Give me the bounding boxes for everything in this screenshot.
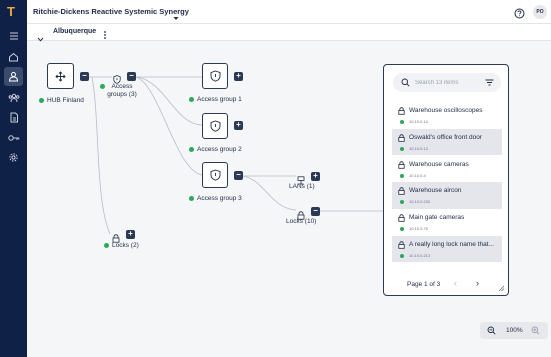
lock-ip: 10.10.0.14: [409, 119, 428, 124]
lock-name: Warehouse cameras: [409, 160, 469, 168]
expand-lans-button[interactable]: +: [311, 172, 320, 181]
filter-icon[interactable]: [485, 79, 494, 86]
zoom-level: 100%: [506, 327, 523, 334]
lock-list-panel: Warehouse oscilloscopes 10.10.0.14 Oswal…: [383, 64, 509, 296]
access-groups-label: Access groups (3): [106, 83, 138, 99]
access-group-2-label-row: Access group 2: [189, 146, 242, 153]
lock-list: Warehouse oscilloscopes 10.10.0.14 Oswal…: [392, 102, 502, 263]
collapse-access-groups-button[interactable]: −: [127, 72, 136, 81]
lock-name: Warehouse oscilloscopes: [409, 107, 483, 114]
list-item[interactable]: Warehouse cameras 10.10.0.4: [392, 156, 502, 183]
list-item[interactable]: A really long lock name that... 10.10.0.…: [392, 235, 502, 263]
locks-10-label: Locks (10): [286, 218, 317, 225]
list-item[interactable]: Oswald's office front door 10.10.0.13: [392, 128, 502, 156]
expand-access-group-1-button[interactable]: +: [234, 72, 243, 81]
zoom-out-icon[interactable]: [487, 326, 496, 335]
list-item[interactable]: Warehouse oscilloscopes 10.10.0.14: [392, 102, 502, 129]
status-online-dot: [400, 146, 404, 151]
lock-name: Main gate cameras: [409, 214, 465, 222]
access-group-3-label-row: Access group 3: [189, 195, 242, 202]
zoom-in-icon[interactable]: [531, 326, 540, 335]
lock-ip: 10.10.0.76: [409, 226, 428, 232]
status-online-dot: [400, 173, 404, 178]
locks-2-label-row: Locks (2): [104, 242, 139, 249]
expand-access-group-2-button[interactable]: +: [234, 121, 243, 130]
lock-ip: 10.10.0.232: [409, 199, 431, 205]
chevron-left-icon[interactable]: ‹: [454, 278, 457, 288]
collapse-hub-button[interactable]: −: [80, 72, 89, 81]
status-online-dot: [400, 253, 404, 258]
status-online-dot: [400, 227, 404, 232]
hub-label: HUB Finland: [47, 97, 84, 104]
status-online-dot: [39, 97, 44, 103]
list-item[interactable]: Main gate cameras 10.10.0.76: [392, 209, 502, 236]
lock-name: Oswald's office front door: [409, 133, 483, 141]
status-online-dot: [189, 195, 194, 201]
search-input[interactable]: [415, 76, 483, 89]
list-item[interactable]: Warehouse aircon 10.10.0.232: [392, 182, 502, 209]
pagination-label: Page 1 of 3: [407, 281, 441, 288]
access-group-2-node[interactable]: [202, 113, 228, 139]
lock-icon: [398, 134, 405, 142]
collapse-locks-10-button[interactable]: −: [311, 207, 320, 216]
access-group-2-label: Access group 2: [197, 146, 242, 153]
expand-locks-2-button[interactable]: +: [126, 230, 135, 239]
move-arrows-icon: [55, 70, 66, 82]
status-online-dot: [189, 96, 194, 102]
lock-icon: [398, 187, 405, 196]
access-group-1-label: Access group 1: [197, 96, 242, 103]
shield-icon: [210, 169, 220, 181]
chevron-right-icon[interactable]: ›: [476, 278, 479, 288]
access-groups-label-line2: groups (3): [107, 91, 137, 98]
status-online-dot: [189, 146, 194, 152]
shield-icon: [210, 70, 220, 82]
status-online-dot: [104, 242, 109, 248]
lock-icon: [398, 214, 405, 222]
access-group-3-label: Access group 3: [197, 195, 242, 202]
collapse-access-group-3-button[interactable]: −: [234, 171, 243, 180]
shield-icon: [210, 120, 220, 132]
locks-2-label: Locks (2): [112, 242, 139, 249]
hub-node[interactable]: [47, 63, 74, 89]
resize-handle-icon[interactable]: [498, 285, 505, 292]
hub-label-row: HUB Finland: [39, 97, 84, 104]
search-box: [393, 73, 501, 92]
lock-icon: [398, 241, 405, 249]
search-icon: [401, 78, 410, 87]
access-group-1-node[interactable]: [202, 63, 228, 89]
lock-icon: [398, 107, 405, 115]
lock-ip: 10.10.0.4: [409, 172, 426, 178]
access-group-1-label-row: Access group 1: [189, 96, 242, 103]
access-groups-label-line1: Access: [111, 83, 133, 90]
lock-name: A really long lock name that...: [409, 240, 494, 248]
access-group-3-node[interactable]: [202, 162, 228, 188]
status-online-dot: [400, 200, 404, 205]
lans-label: LANs (1): [289, 183, 315, 190]
zoom-control: 100%: [480, 322, 548, 339]
lock-ip: 10.10.0.13: [409, 145, 428, 151]
status-online-dot: [100, 84, 105, 89]
lock-icon: [398, 160, 405, 169]
lock-ip: 10.10.0.213: [409, 252, 431, 258]
lock-name: Warehouse aircon: [409, 187, 462, 195]
status-online-dot: [400, 120, 404, 124]
